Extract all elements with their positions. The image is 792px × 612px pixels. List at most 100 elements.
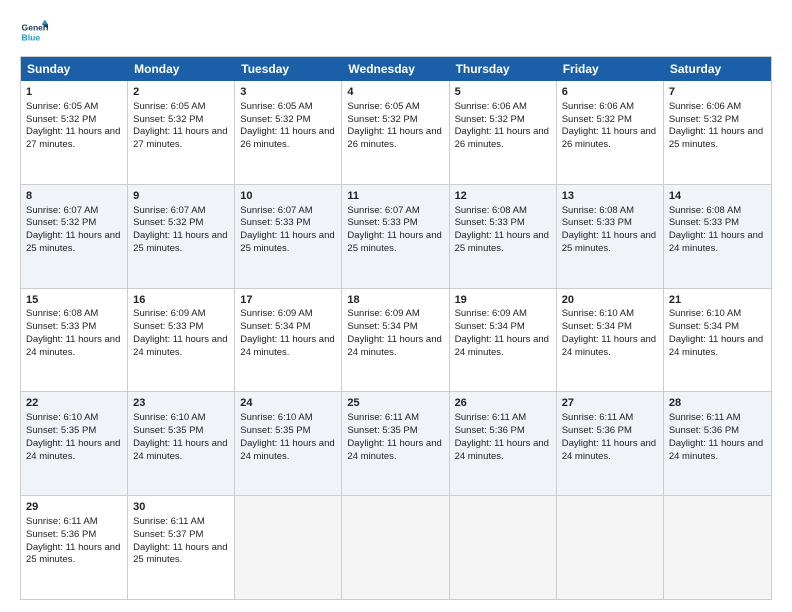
day-cell-5: 5 Sunrise: 6:06 AM Sunset: 5:32 PM Dayli… bbox=[450, 81, 557, 184]
sunset-label: Sunset: 5:36 PM bbox=[455, 425, 525, 436]
sunrise-label: Sunrise: 6:07 AM bbox=[240, 205, 312, 216]
day-number: 24 bbox=[240, 396, 336, 411]
sunset-label: Sunset: 5:32 PM bbox=[347, 114, 417, 125]
sunrise-label: Sunrise: 6:10 AM bbox=[562, 308, 634, 319]
daylight-label: Daylight: 11 hours and 27 minutes. bbox=[26, 126, 120, 150]
day-number: 20 bbox=[562, 293, 658, 308]
sunset-label: Sunset: 5:33 PM bbox=[562, 217, 632, 228]
calendar-week-4: 22 Sunrise: 6:10 AM Sunset: 5:35 PM Dayl… bbox=[21, 392, 771, 496]
sunrise-label: Sunrise: 6:06 AM bbox=[562, 101, 634, 112]
day-number: 1 bbox=[26, 85, 122, 100]
sunrise-label: Sunrise: 6:08 AM bbox=[669, 205, 741, 216]
day-number: 17 bbox=[240, 293, 336, 308]
day-cell-23: 23 Sunrise: 6:10 AM Sunset: 5:35 PM Dayl… bbox=[128, 392, 235, 495]
daylight-label: Daylight: 11 hours and 25 minutes. bbox=[562, 230, 656, 254]
sunset-label: Sunset: 5:36 PM bbox=[669, 425, 739, 436]
day-cell-30: 30 Sunrise: 6:11 AM Sunset: 5:37 PM Dayl… bbox=[128, 496, 235, 599]
day-cell-13: 13 Sunrise: 6:08 AM Sunset: 5:33 PM Dayl… bbox=[557, 185, 664, 288]
sunrise-label: Sunrise: 6:11 AM bbox=[133, 516, 205, 527]
daylight-label: Daylight: 11 hours and 24 minutes. bbox=[669, 438, 763, 462]
empty-cell bbox=[557, 496, 664, 599]
day-cell-4: 4 Sunrise: 6:05 AM Sunset: 5:32 PM Dayli… bbox=[342, 81, 449, 184]
sunset-label: Sunset: 5:34 PM bbox=[669, 321, 739, 332]
day-number: 13 bbox=[562, 189, 658, 204]
day-number: 19 bbox=[455, 293, 551, 308]
daylight-label: Daylight: 11 hours and 25 minutes. bbox=[240, 230, 334, 254]
day-cell-27: 27 Sunrise: 6:11 AM Sunset: 5:36 PM Dayl… bbox=[557, 392, 664, 495]
sunset-label: Sunset: 5:36 PM bbox=[26, 529, 96, 540]
header-day-sunday: Sunday bbox=[21, 57, 128, 81]
sunset-label: Sunset: 5:35 PM bbox=[347, 425, 417, 436]
calendar: SundayMondayTuesdayWednesdayThursdayFrid… bbox=[20, 56, 772, 600]
sunrise-label: Sunrise: 6:05 AM bbox=[133, 101, 205, 112]
day-number: 26 bbox=[455, 396, 551, 411]
day-cell-18: 18 Sunrise: 6:09 AM Sunset: 5:34 PM Dayl… bbox=[342, 289, 449, 392]
sunrise-label: Sunrise: 6:08 AM bbox=[455, 205, 527, 216]
day-cell-26: 26 Sunrise: 6:11 AM Sunset: 5:36 PM Dayl… bbox=[450, 392, 557, 495]
page: General Blue SundayMondayTuesdayWednesda… bbox=[0, 0, 792, 612]
sunrise-label: Sunrise: 6:07 AM bbox=[133, 205, 205, 216]
day-number: 18 bbox=[347, 293, 443, 308]
empty-cell bbox=[235, 496, 342, 599]
sunset-label: Sunset: 5:33 PM bbox=[669, 217, 739, 228]
day-number: 22 bbox=[26, 396, 122, 411]
day-cell-24: 24 Sunrise: 6:10 AM Sunset: 5:35 PM Dayl… bbox=[235, 392, 342, 495]
sunrise-label: Sunrise: 6:11 AM bbox=[26, 516, 98, 527]
daylight-label: Daylight: 11 hours and 24 minutes. bbox=[240, 438, 334, 462]
daylight-label: Daylight: 11 hours and 24 minutes. bbox=[562, 334, 656, 358]
day-cell-29: 29 Sunrise: 6:11 AM Sunset: 5:36 PM Dayl… bbox=[21, 496, 128, 599]
daylight-label: Daylight: 11 hours and 26 minutes. bbox=[562, 126, 656, 150]
daylight-label: Daylight: 11 hours and 25 minutes. bbox=[26, 542, 120, 566]
calendar-body: 1 Sunrise: 6:05 AM Sunset: 5:32 PM Dayli… bbox=[21, 81, 771, 599]
daylight-label: Daylight: 11 hours and 26 minutes. bbox=[240, 126, 334, 150]
sunset-label: Sunset: 5:32 PM bbox=[133, 114, 203, 125]
daylight-label: Daylight: 11 hours and 24 minutes. bbox=[347, 438, 441, 462]
daylight-label: Daylight: 11 hours and 24 minutes. bbox=[133, 334, 227, 358]
day-cell-19: 19 Sunrise: 6:09 AM Sunset: 5:34 PM Dayl… bbox=[450, 289, 557, 392]
svg-text:Blue: Blue bbox=[22, 33, 41, 43]
daylight-label: Daylight: 11 hours and 24 minutes. bbox=[26, 438, 120, 462]
day-cell-8: 8 Sunrise: 6:07 AM Sunset: 5:32 PM Dayli… bbox=[21, 185, 128, 288]
empty-cell bbox=[664, 496, 771, 599]
daylight-label: Daylight: 11 hours and 26 minutes. bbox=[347, 126, 441, 150]
day-cell-15: 15 Sunrise: 6:08 AM Sunset: 5:33 PM Dayl… bbox=[21, 289, 128, 392]
sunset-label: Sunset: 5:33 PM bbox=[347, 217, 417, 228]
day-number: 2 bbox=[133, 85, 229, 100]
day-number: 25 bbox=[347, 396, 443, 411]
header-day-wednesday: Wednesday bbox=[342, 57, 449, 81]
sunrise-label: Sunrise: 6:07 AM bbox=[347, 205, 419, 216]
daylight-label: Daylight: 11 hours and 25 minutes. bbox=[669, 126, 763, 150]
day-number: 12 bbox=[455, 189, 551, 204]
empty-cell bbox=[450, 496, 557, 599]
day-number: 5 bbox=[455, 85, 551, 100]
day-number: 11 bbox=[347, 189, 443, 204]
header-day-monday: Monday bbox=[128, 57, 235, 81]
daylight-label: Daylight: 11 hours and 24 minutes. bbox=[669, 230, 763, 254]
sunrise-label: Sunrise: 6:05 AM bbox=[347, 101, 419, 112]
daylight-label: Daylight: 11 hours and 24 minutes. bbox=[133, 438, 227, 462]
logo: General Blue bbox=[20, 18, 48, 46]
daylight-label: Daylight: 11 hours and 24 minutes. bbox=[455, 438, 549, 462]
day-cell-12: 12 Sunrise: 6:08 AM Sunset: 5:33 PM Dayl… bbox=[450, 185, 557, 288]
sunrise-label: Sunrise: 6:10 AM bbox=[133, 412, 205, 423]
daylight-label: Daylight: 11 hours and 27 minutes. bbox=[133, 126, 227, 150]
empty-cell bbox=[342, 496, 449, 599]
daylight-label: Daylight: 11 hours and 25 minutes. bbox=[455, 230, 549, 254]
calendar-week-3: 15 Sunrise: 6:08 AM Sunset: 5:33 PM Dayl… bbox=[21, 289, 771, 393]
sunrise-label: Sunrise: 6:09 AM bbox=[133, 308, 205, 319]
day-number: 21 bbox=[669, 293, 766, 308]
sunset-label: Sunset: 5:32 PM bbox=[240, 114, 310, 125]
day-number: 16 bbox=[133, 293, 229, 308]
logo-icon: General Blue bbox=[20, 18, 48, 46]
sunset-label: Sunset: 5:32 PM bbox=[26, 217, 96, 228]
daylight-label: Daylight: 11 hours and 25 minutes. bbox=[133, 230, 227, 254]
sunset-label: Sunset: 5:32 PM bbox=[133, 217, 203, 228]
day-number: 29 bbox=[26, 500, 122, 515]
sunrise-label: Sunrise: 6:11 AM bbox=[669, 412, 741, 423]
sunset-label: Sunset: 5:34 PM bbox=[455, 321, 525, 332]
header-day-thursday: Thursday bbox=[450, 57, 557, 81]
sunset-label: Sunset: 5:34 PM bbox=[347, 321, 417, 332]
sunrise-label: Sunrise: 6:11 AM bbox=[562, 412, 634, 423]
day-cell-7: 7 Sunrise: 6:06 AM Sunset: 5:32 PM Dayli… bbox=[664, 81, 771, 184]
day-number: 10 bbox=[240, 189, 336, 204]
